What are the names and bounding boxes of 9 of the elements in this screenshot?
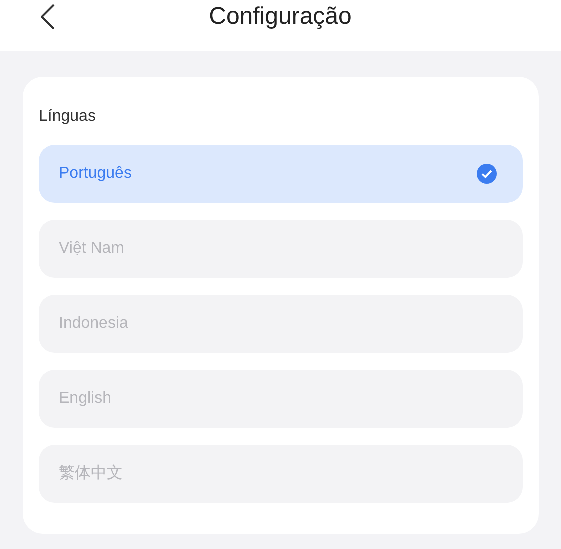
page-title: Configuração (209, 2, 352, 32)
language-option[interactable]: 繁体中文 (39, 445, 523, 503)
back-icon (41, 4, 55, 30)
check-icon (477, 164, 497, 184)
language-option[interactable]: English (39, 370, 523, 428)
language-option[interactable]: Việt Nam (39, 220, 523, 278)
language-option[interactable]: Indonesia (39, 295, 523, 353)
section-label: Línguas (39, 107, 96, 127)
language-option[interactable]: Português (39, 145, 523, 203)
